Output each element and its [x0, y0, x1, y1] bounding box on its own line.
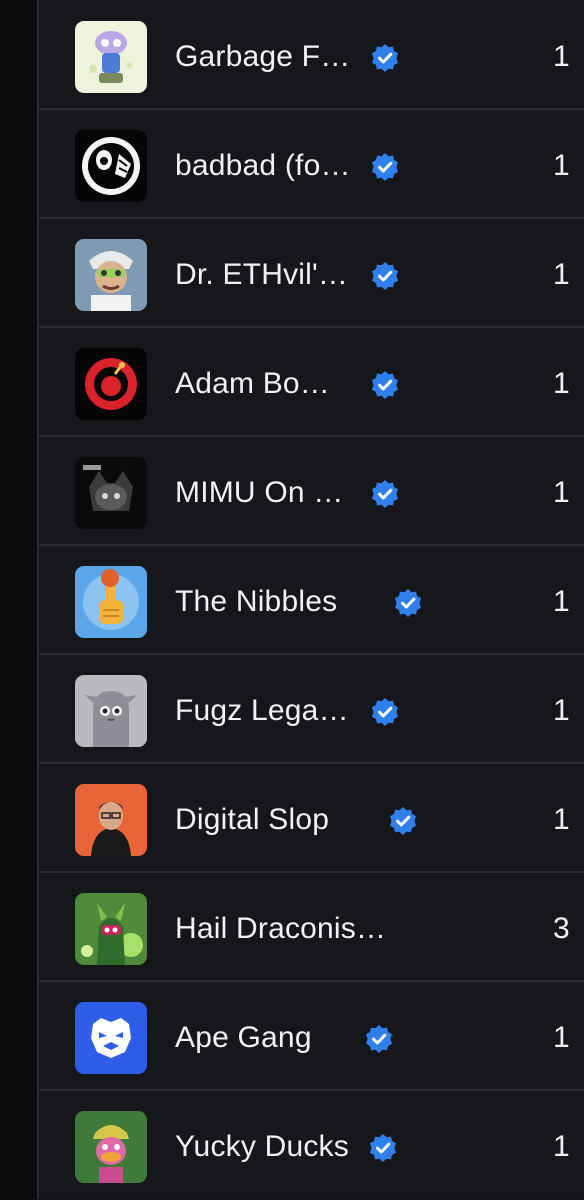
verified-badge-icon	[370, 261, 400, 291]
verified-badge-icon	[370, 370, 400, 400]
thumbs-up-avatar	[75, 566, 147, 638]
mimu-avatar	[75, 457, 147, 529]
verified-badge-icon	[388, 806, 418, 836]
collection-row[interactable]: Adam Bo… 1	[39, 330, 584, 437]
ape-gang-avatar	[75, 1002, 147, 1074]
item-count: 1	[553, 149, 570, 182]
verified-badge-icon	[370, 697, 400, 727]
collection-name: Fugz Lega…	[175, 694, 349, 727]
dragon-avatar	[75, 893, 147, 965]
collection-name: Dr. ETHvil'…	[175, 258, 349, 291]
collection-row[interactable]: Fugz Lega… 1	[39, 657, 584, 764]
collection-name: The Nibbles	[175, 585, 338, 618]
item-count: 1	[553, 803, 570, 836]
collection-row[interactable]: The Nibbles 1	[39, 548, 584, 655]
verified-badge-icon	[370, 43, 400, 73]
fugz-avatar	[75, 675, 147, 747]
verified-badge-icon	[393, 588, 423, 618]
item-count: 1	[553, 40, 570, 73]
collection-list: Garbage F… 1 badbad (fo… 1 Dr. ETHvil'… …	[39, 0, 584, 1199]
collection-row[interactable]: MIMU On … 1	[39, 439, 584, 546]
verified-badge-icon	[370, 479, 400, 509]
collection-name: Digital Slop	[175, 803, 330, 836]
item-count: 3	[553, 912, 570, 945]
garbage-avatar	[75, 21, 147, 93]
item-count: 1	[553, 694, 570, 727]
collection-row[interactable]: Dr. ETHvil'… 1	[39, 221, 584, 328]
verified-badge-icon	[368, 1133, 398, 1163]
collection-row[interactable]: Hail Draconis… 3	[39, 875, 584, 982]
collection-row[interactable]: Garbage F… 1	[39, 3, 584, 110]
collection-row[interactable]: Yucky Ducks 1	[39, 1093, 584, 1200]
collection-name: Adam Bo…	[175, 367, 330, 400]
left-rail	[0, 0, 39, 1199]
collection-row[interactable]: Ape Gang 1	[39, 984, 584, 1091]
duck-avatar	[75, 1111, 147, 1183]
verified-badge-icon	[370, 152, 400, 182]
item-count: 1	[553, 1130, 570, 1163]
collection-name: Hail Draconis…	[175, 912, 387, 945]
collection-name: Ape Gang	[175, 1021, 312, 1054]
skull-avatar	[75, 130, 147, 202]
doctor-avatar	[75, 239, 147, 311]
collection-name: badbad (fo…	[175, 149, 351, 182]
item-count: 1	[553, 476, 570, 509]
item-count: 1	[553, 258, 570, 291]
collection-name: Garbage F…	[175, 40, 351, 73]
hooded-figure-avatar	[75, 784, 147, 856]
collection-row[interactable]: Digital Slop 1	[39, 766, 584, 873]
collection-name: Yucky Ducks	[175, 1130, 349, 1163]
item-count: 1	[553, 585, 570, 618]
collection-row[interactable]: badbad (fo… 1	[39, 112, 584, 219]
bomb-squad-avatar	[75, 348, 147, 420]
item-count: 1	[553, 1021, 570, 1054]
collection-name: MIMU On …	[175, 476, 344, 509]
verified-badge-icon	[364, 1024, 394, 1054]
item-count: 1	[553, 367, 570, 400]
